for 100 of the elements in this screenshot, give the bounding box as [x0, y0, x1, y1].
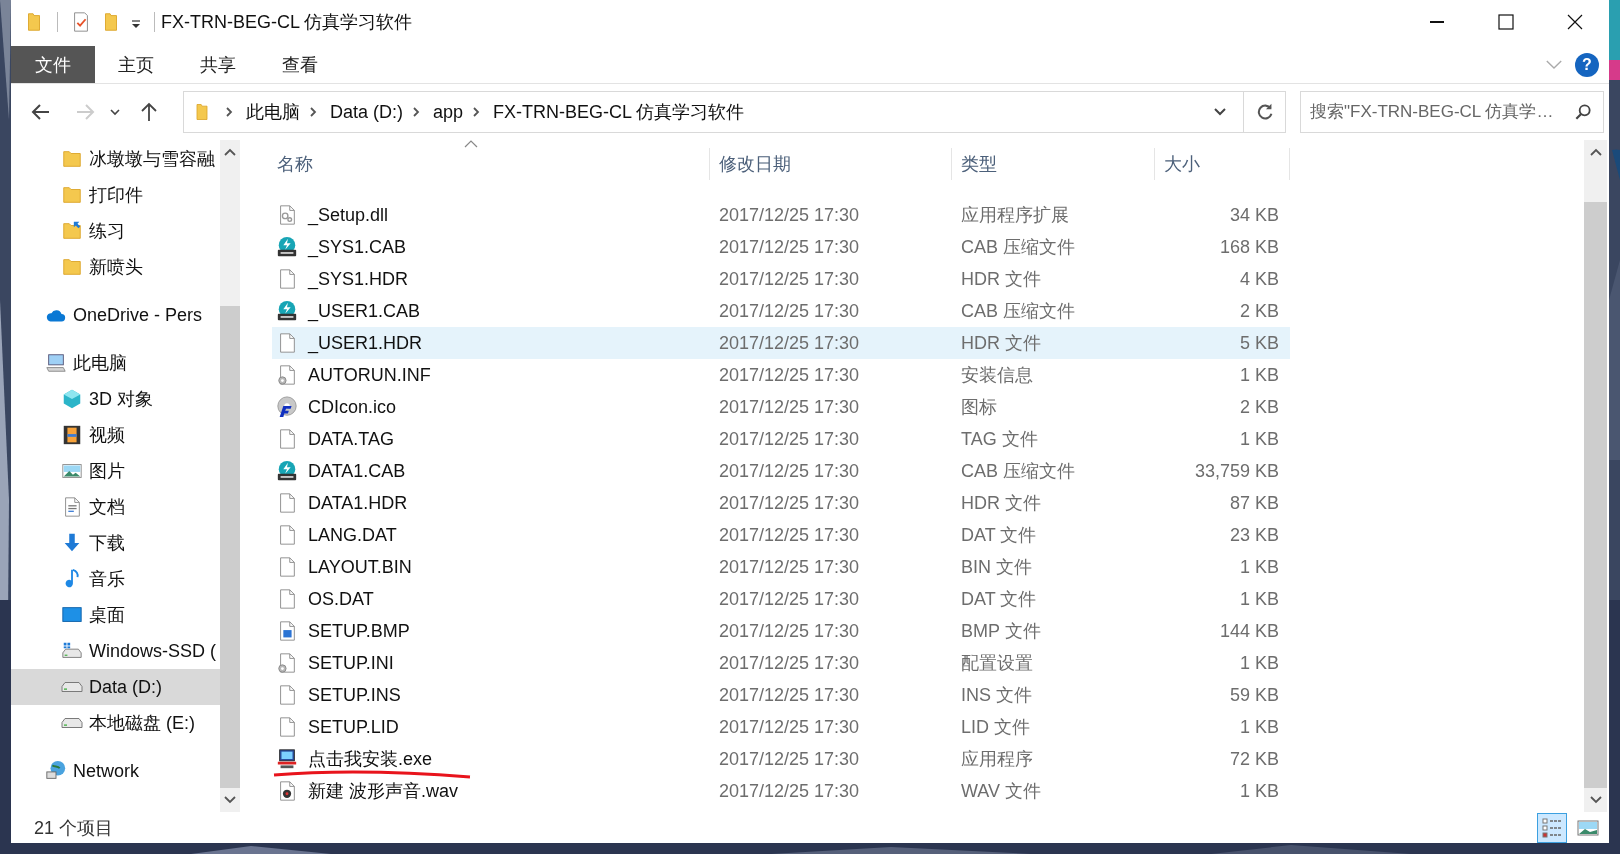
help-button[interactable]: ?: [1575, 52, 1599, 77]
address-bar[interactable]: 此电脑 Data (D:) app FX-TRN-BEG-CL 仿真学习软件: [183, 91, 1286, 133]
scrollbar[interactable]: [220, 140, 240, 812]
size-cell-text: 1 KB: [1239, 428, 1279, 451]
file-name[interactable]: _USER1.HDR: [308, 330, 423, 356]
file-name[interactable]: AUTORUN.INF: [308, 362, 431, 388]
nav-item[interactable]: 此电脑: [73, 351, 127, 375]
type-cell-text: CAB 压缩文件: [961, 300, 1075, 323]
file-name[interactable]: DATA1.CAB: [308, 458, 406, 484]
caret-icon[interactable]: [109, 106, 121, 118]
chevron-icon[interactable]: [471, 106, 482, 118]
ribbon-tab[interactable]: 查看: [259, 46, 341, 83]
nav-item[interactable]: OneDrive - Pers: [73, 304, 203, 326]
type-cell-text: BIN 文件: [961, 556, 1032, 579]
file-name[interactable]: DATA1.HDR: [308, 490, 408, 516]
column-header[interactable]: 修改日期: [719, 152, 791, 176]
file-name[interactable]: DATA.TAG: [308, 426, 394, 452]
size-cell-text: 4 KB: [1239, 268, 1279, 291]
type-cell-text: BMP 文件: [961, 620, 1041, 643]
nav-item[interactable]: 新喷头: [89, 255, 143, 279]
date-cell-text: 2017/12/25 17:30: [719, 396, 860, 419]
nav-item[interactable]: 3D 对象: [89, 387, 153, 411]
scroll-up-icon[interactable]: [1589, 148, 1602, 156]
breadcrumb-item[interactable]: FX-TRN-BEG-CL 仿真学习软件: [493, 100, 745, 124]
archive-icon: [276, 460, 298, 482]
nav-item[interactable]: 冰墩墩与雪容融: [89, 147, 215, 171]
nav-item[interactable]: 音乐: [89, 567, 125, 591]
folder-icon: [61, 148, 83, 170]
nav-item[interactable]: Windows-SSD (: [89, 640, 217, 662]
size-cell-text: 1 KB: [1239, 588, 1279, 611]
type-cell-text: HDR 文件: [961, 492, 1041, 515]
date-cell-text: 2017/12/25 17:30: [719, 556, 860, 579]
size-cell-text: 144 KB: [1219, 620, 1279, 643]
nav-item[interactable]: 桌面: [89, 603, 125, 627]
file-name[interactable]: OS.DAT: [308, 586, 374, 612]
cube-icon: [61, 388, 83, 410]
file-name[interactable]: SETUP.INS: [308, 682, 401, 708]
scroll-down-icon[interactable]: [224, 796, 236, 804]
file-name[interactable]: CDIcon.ico: [308, 394, 397, 420]
network-icon: [45, 760, 67, 782]
nav-item[interactable]: 视频: [89, 423, 125, 447]
nav-item[interactable]: Network: [73, 760, 139, 782]
folder-icon: [61, 220, 83, 242]
file-name[interactable]: 点击我安装.exe: [308, 746, 433, 772]
chevron-icon[interactable]: [411, 106, 421, 118]
file-name[interactable]: SETUP.BMP: [308, 618, 410, 644]
size-cell-text: 72 KB: [1229, 748, 1279, 771]
type-cell-text: TAG 文件: [961, 428, 1038, 451]
ribbon-tab[interactable]: 主页: [95, 46, 177, 83]
file-menu-button[interactable]: 文件: [11, 46, 95, 83]
nav-item[interactable]: 本地磁盘 (E:): [89, 711, 195, 735]
breadcrumb-item[interactable]: Data (D:): [330, 101, 403, 123]
nav-item[interactable]: 文档: [89, 495, 125, 519]
breadcrumb-item[interactable]: app: [433, 101, 464, 123]
size-cell-text: 1 KB: [1239, 716, 1279, 739]
file-name[interactable]: _SYS1.HDR: [308, 266, 409, 292]
file-name[interactable]: _SYS1.CAB: [308, 234, 407, 260]
date-cell-text: 2017/12/25 17:30: [719, 748, 860, 771]
ribbon-tab[interactable]: 共享: [177, 46, 259, 83]
details-view-button[interactable]: [1537, 812, 1567, 843]
dropdown-icon[interactable]: [130, 18, 142, 30]
size-cell-text: 23 KB: [1229, 524, 1279, 547]
scrollbar[interactable]: [1584, 140, 1607, 812]
file-name[interactable]: _USER1.CAB: [308, 298, 421, 324]
scroll-down-icon[interactable]: [1589, 796, 1602, 804]
file-name[interactable]: _Setup.dll: [308, 202, 389, 228]
nav-item[interactable]: 练习: [89, 219, 125, 243]
date-cell-text: 2017/12/25 17:30: [719, 364, 860, 387]
size-cell-text: 87 KB: [1229, 492, 1279, 515]
chevron-icon[interactable]: [308, 106, 318, 118]
size-cell-text: 33,759 KB: [1194, 460, 1279, 483]
item-count: 21 个项目: [34, 816, 114, 840]
size-cell-text: 5 KB: [1239, 332, 1279, 355]
dropdown-icon[interactable]: [1213, 107, 1227, 117]
date-cell-text: 2017/12/25 17:30: [719, 428, 860, 451]
date-cell-text: 2017/12/25 17:30: [719, 236, 860, 259]
nav-item[interactable]: 图片: [89, 459, 125, 483]
chevron-icon[interactable]: [224, 106, 234, 118]
folder-icon: [61, 184, 83, 206]
date-cell-text: 2017/12/25 17:30: [719, 492, 860, 515]
nav-item[interactable]: 下载: [89, 531, 125, 555]
file-name[interactable]: 新建 波形声音.wav: [308, 778, 458, 804]
nav-item[interactable]: 打印件: [89, 183, 143, 207]
nav-item[interactable]: Data (D:): [89, 676, 162, 698]
search-field[interactable]: 搜索"FX-TRN-BEG-CL 仿真学…: [1300, 91, 1604, 133]
file-name[interactable]: SETUP.INI: [308, 650, 394, 676]
column-header[interactable]: 大小: [1164, 152, 1200, 176]
minimize-icon: [1429, 21, 1444, 23]
size-cell-text: 59 KB: [1229, 684, 1279, 707]
column-header[interactable]: 类型: [961, 152, 997, 176]
date-cell-text: 2017/12/25 17:30: [719, 716, 860, 739]
search-icon[interactable]: [1573, 102, 1593, 122]
file-name[interactable]: LANG.DAT: [308, 522, 397, 548]
file-name[interactable]: LAYOUT.BIN: [308, 554, 412, 580]
column-header[interactable]: 名称: [277, 152, 313, 176]
type-cell-text: 安装信息: [961, 364, 1033, 387]
file-name[interactable]: SETUP.LID: [308, 714, 399, 740]
type-cell-text: INS 文件: [961, 684, 1032, 707]
scroll-up-icon[interactable]: [224, 148, 236, 156]
breadcrumb-item[interactable]: 此电脑: [246, 100, 300, 124]
